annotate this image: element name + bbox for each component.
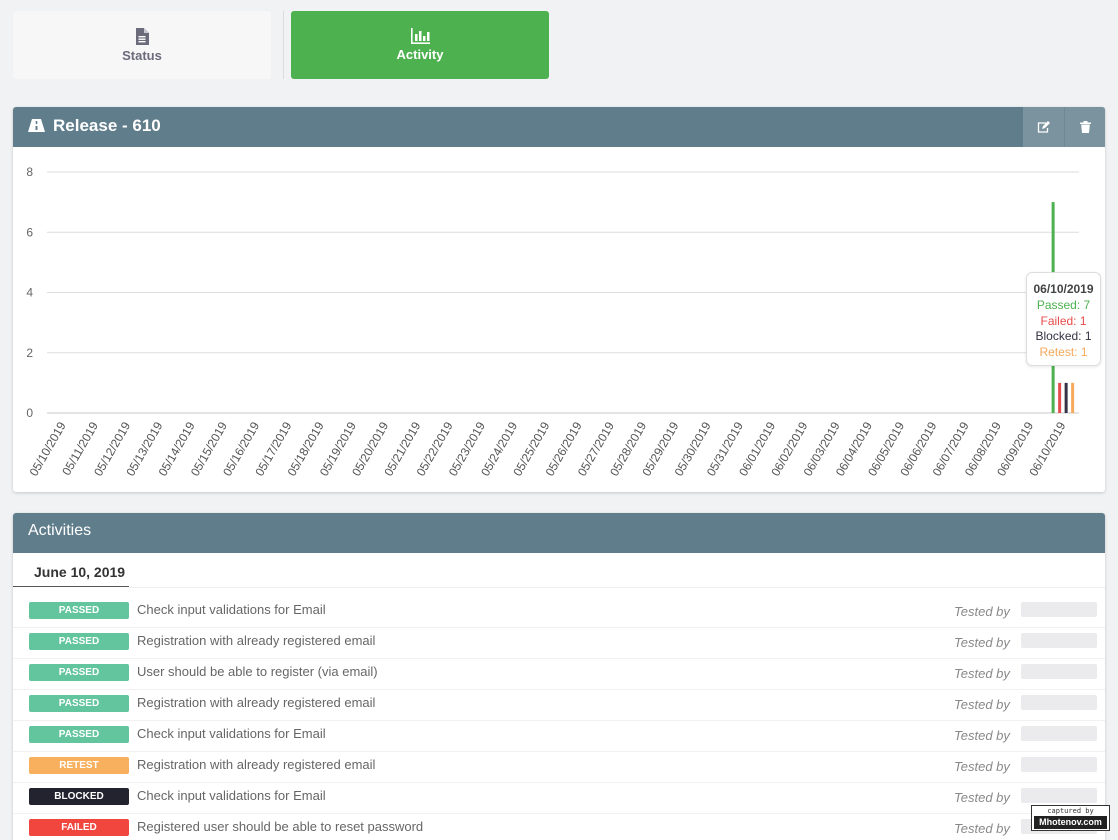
tooltip-item: Passed: 7 (1036, 298, 1091, 312)
tested-by-label: Tested by (954, 759, 1010, 774)
tooltip-item: Retest: 1 (1039, 344, 1088, 359)
tooltip-date: 06/10/2019 (1033, 282, 1094, 296)
tested-by-label: Tested by (954, 821, 1010, 836)
activity-row[interactable]: PASSED Check input validations for Email T… (13, 597, 1105, 628)
activities-date: June 10, 2019 (34, 564, 126, 580)
tester-name-redacted (1021, 633, 1097, 648)
tester-name-redacted (1021, 757, 1097, 772)
activity-description: Registered user should be able to reset … (137, 819, 424, 834)
activity-row[interactable]: PASSED User should be able to register (v… (13, 659, 1105, 690)
y-tick-label: 4 (26, 286, 33, 300)
activity-chart: 0246805/10/201905/11/201905/12/201905/13… (26, 165, 1079, 479)
activities-title: Activities (28, 522, 92, 539)
watermark-line1: captured by (1047, 807, 1094, 815)
delete-release-button[interactable] (1064, 107, 1105, 147)
date-tab[interactable]: June 10, 2019 (13, 553, 129, 587)
activity-row[interactable]: PASSED Check input validations for Email T… (13, 721, 1105, 752)
tooltip-item: Blocked: 1 (1035, 329, 1092, 343)
edit-icon (1037, 121, 1050, 133)
status-badge: PASSED (29, 664, 129, 681)
trash-icon (1079, 121, 1091, 133)
tester-name-redacted (1021, 726, 1097, 741)
tested-by-label: Tested by (954, 790, 1010, 805)
tooltip-item: Failed: 1 (1040, 313, 1087, 328)
activity-row[interactable]: BLOCKED Check input validations for Email… (13, 783, 1105, 814)
edit-release-button[interactable] (1023, 107, 1064, 147)
y-tick-label: 0 (26, 406, 33, 420)
tab-activity-label: Activity (396, 47, 444, 62)
tested-by-label: Tested by (954, 697, 1010, 712)
release-title: Release - 610 (53, 116, 161, 135)
activity-row[interactable]: PASSED Registration with already register… (13, 690, 1105, 721)
y-tick-label: 6 (26, 225, 33, 239)
date-divider (129, 587, 1105, 588)
activity-description: Registration with already registered ema… (137, 757, 376, 772)
activity-description: Registration with already registered ema… (137, 695, 376, 710)
activity-row[interactable]: FAILED Registered user should be able to … (13, 814, 1105, 840)
tester-name-redacted (1021, 602, 1097, 617)
y-tick-label: 2 (26, 346, 33, 360)
activities-panel: Activities June 10, 2019 PASSED Check inp… (13, 513, 1105, 840)
activity-description: User should be able to register (via ema… (137, 664, 378, 679)
status-badge: PASSED (29, 695, 129, 712)
tester-name-redacted (1021, 664, 1097, 679)
document-icon (136, 27, 149, 45)
activity-description: Registration with already registered ema… (137, 633, 376, 648)
tester-name-redacted (1021, 695, 1097, 710)
status-badge: PASSED (29, 726, 129, 743)
status-badge: PASSED (29, 633, 129, 650)
road-icon (28, 119, 45, 132)
activity-description: Check input validations for Email (137, 788, 326, 803)
release-panel: Release - 610 0 2 4 6 8 05/10/2019 05/11/2019 0… (13, 107, 1105, 492)
tab-activity[interactable]: Activity (291, 11, 549, 79)
bar-retest[interactable] (1071, 382, 1075, 413)
tab-status[interactable]: Status (13, 11, 271, 79)
activities-header: Activities (13, 513, 1105, 553)
watermark: captured by Mhotenov.com (1031, 805, 1110, 831)
tested-by-label: Tested by (954, 604, 1010, 619)
activity-row[interactable]: RETEST Registration with already register… (13, 752, 1105, 783)
watermark-line2: Mhotenov.com (1034, 816, 1107, 829)
activity-description: Check input validations for Email (137, 726, 326, 741)
chart-tooltip: 06/10/2019 Passed: 7 Failed: 1 Blocked: 1R… (1026, 272, 1101, 366)
status-badge: PASSED (29, 602, 129, 619)
tested-by-label: Tested by (954, 635, 1010, 650)
activity-description: Check input validations for Email (137, 602, 326, 617)
status-badge: BLOCKED (29, 788, 129, 805)
tested-by-label: Tested by (954, 666, 1010, 681)
y-tick-label: 8 (26, 165, 33, 179)
release-header: Release - 610 (13, 107, 1105, 147)
tab-status-label: Status (122, 47, 162, 63)
tested-by-label: Tested by (954, 728, 1010, 743)
bar-chart-icon (410, 28, 430, 44)
status-badge: RETEST (29, 757, 129, 774)
bar-failed[interactable] (1058, 382, 1062, 413)
status-badge: FAILED (29, 819, 129, 836)
tester-name-redacted (1021, 788, 1097, 803)
bar-blocked[interactable] (1064, 382, 1068, 413)
tab-divider (283, 11, 284, 79)
activity-row[interactable]: PASSED Registration with already register… (13, 628, 1105, 659)
